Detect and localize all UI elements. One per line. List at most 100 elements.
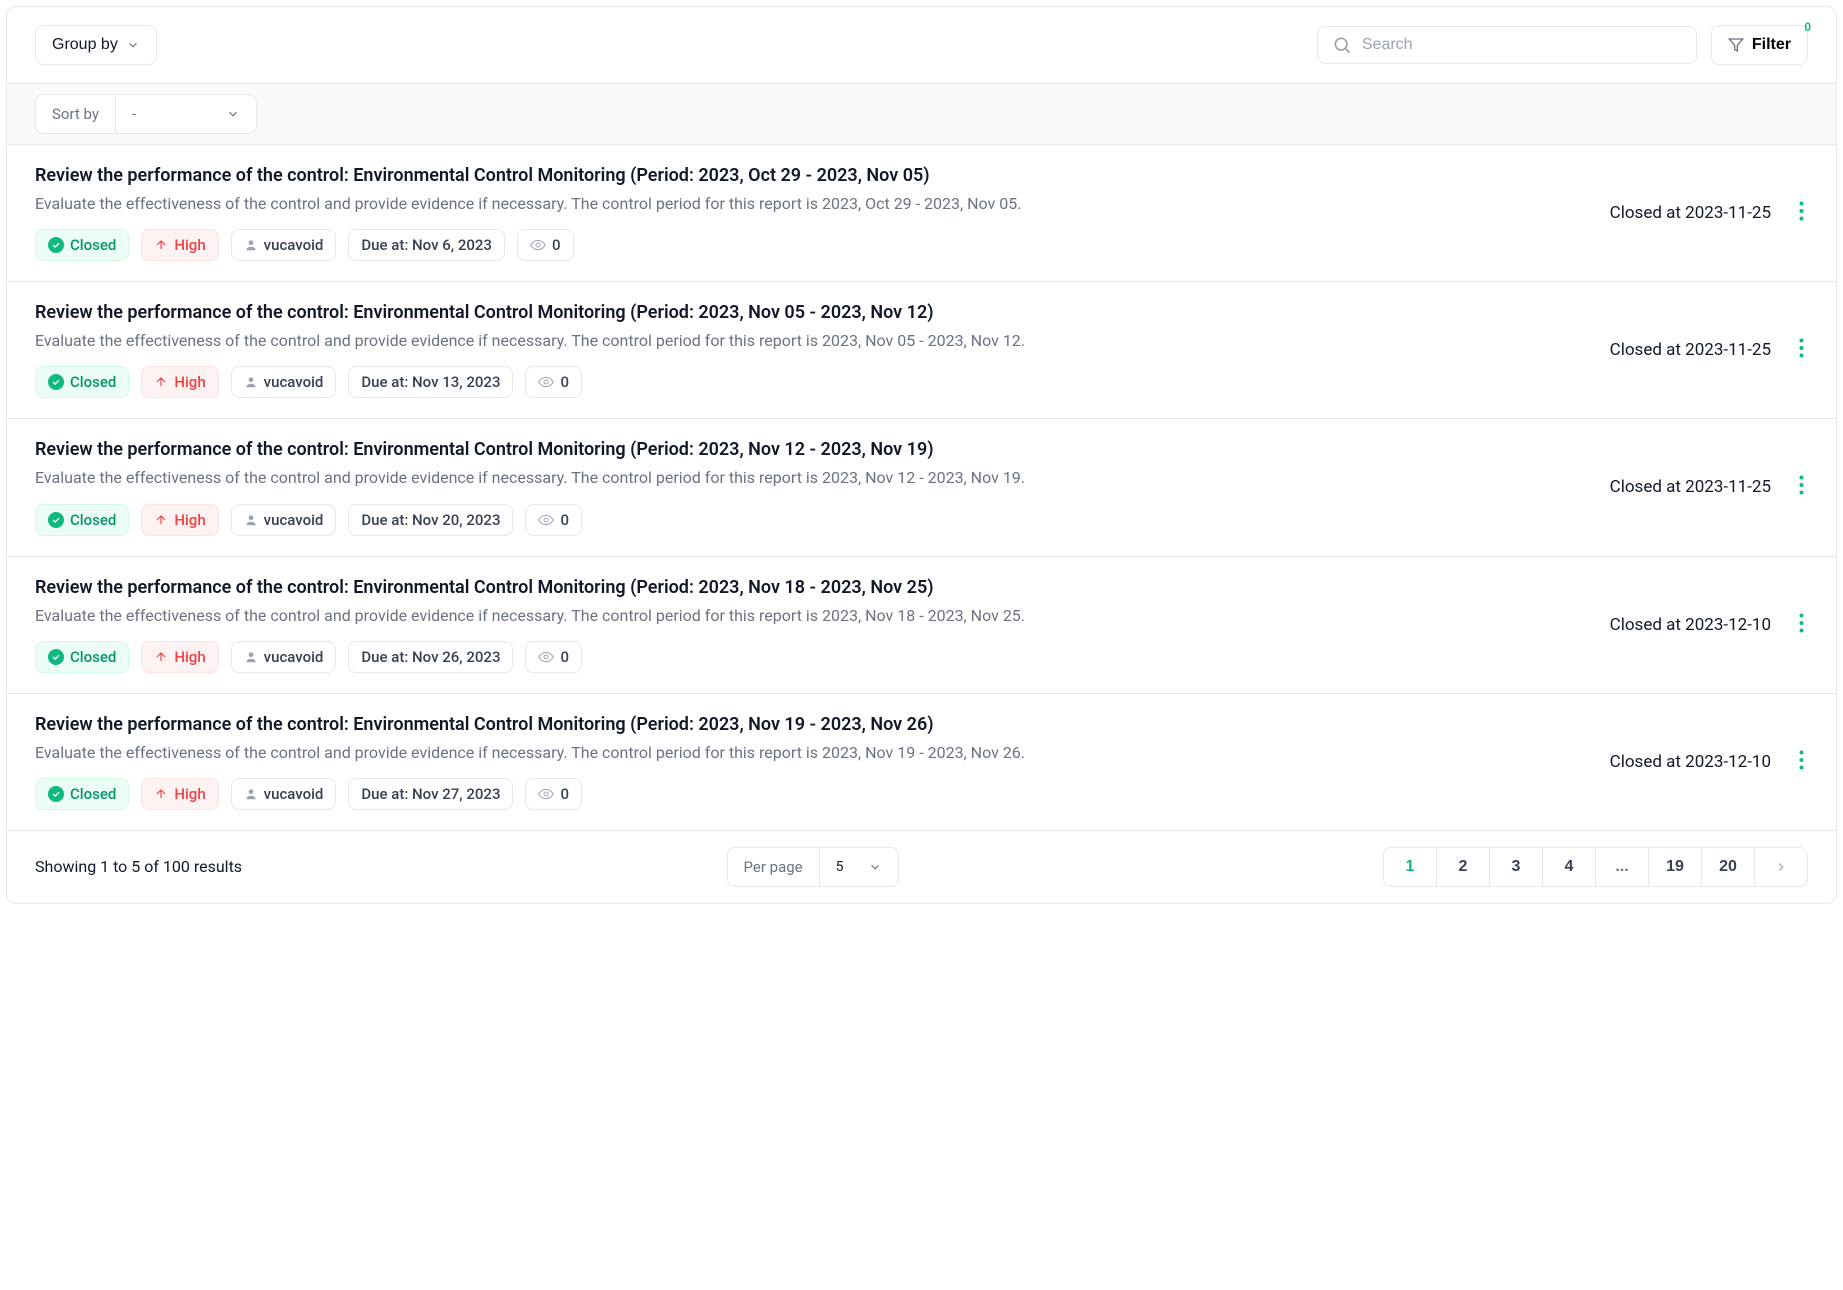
assignee-badge: vucavoid [231, 778, 337, 810]
search-input[interactable] [1362, 36, 1682, 54]
page-4[interactable]: 4 [1542, 847, 1596, 887]
chevron-right-icon [1774, 860, 1788, 874]
assignee-badge: vucavoid [231, 504, 337, 536]
item-desc: Evaluate the effectiveness of the contro… [35, 466, 1095, 489]
page-3[interactable]: 3 [1489, 847, 1543, 887]
due-label: Due at: Nov 27, 2023 [361, 785, 500, 803]
due-badge: Due at: Nov 13, 2023 [348, 366, 513, 398]
due-label: Due at: Nov 6, 2023 [361, 236, 492, 254]
due-label: Due at: Nov 26, 2023 [361, 648, 500, 666]
due-badge: Due at: Nov 27, 2023 [348, 778, 513, 810]
item-title[interactable]: Review the performance of the control: E… [35, 714, 1215, 735]
status-label: Closed [70, 373, 116, 391]
watchers-badge: 0 [525, 366, 582, 398]
status-label: Closed [70, 511, 116, 529]
assignee-label: vucavoid [264, 785, 324, 803]
group-by-button[interactable]: Group by [35, 25, 157, 65]
assignee-badge: vucavoid [231, 641, 337, 673]
eye-icon [538, 649, 554, 665]
more-vertical-icon [1799, 201, 1804, 221]
item-menu-button[interactable] [1795, 609, 1808, 641]
assignee-label: vucavoid [264, 511, 324, 529]
status-label: Closed [70, 236, 116, 254]
per-page-value: 5 [836, 859, 844, 875]
watchers-count: 0 [552, 236, 561, 254]
due-badge: Due at: Nov 20, 2023 [348, 504, 513, 536]
closed-at: Closed at 2023-11-25 [1610, 203, 1771, 223]
priority-badge: High [141, 641, 218, 673]
list-item: Review the performance of the control: E… [7, 694, 1836, 830]
user-icon [244, 375, 258, 389]
status-label: Closed [70, 785, 116, 803]
closed-at: Closed at 2023-11-25 [1610, 477, 1771, 497]
chevron-down-icon [226, 107, 240, 121]
group-by-label: Group by [52, 36, 118, 54]
check-circle-icon [48, 374, 64, 390]
priority-badge: High [141, 229, 218, 261]
item-desc: Evaluate the effectiveness of the contro… [35, 741, 1095, 764]
item-title[interactable]: Review the performance of the control: E… [35, 439, 1215, 460]
filter-count: 0 [1804, 20, 1811, 34]
pagination: 1234...1920 [1383, 847, 1808, 887]
arrow-up-icon [154, 375, 168, 389]
item-title[interactable]: Review the performance of the control: E… [35, 577, 1215, 598]
eye-icon [538, 374, 554, 390]
page-20[interactable]: 20 [1701, 847, 1755, 887]
per-page-label: Per page [728, 848, 820, 886]
page-ellipsis: ... [1595, 847, 1649, 887]
watchers-count: 0 [560, 785, 569, 803]
closed-at: Closed at 2023-11-25 [1610, 340, 1771, 360]
item-title[interactable]: Review the performance of the control: E… [35, 302, 1215, 323]
filter-icon [1728, 37, 1744, 53]
more-vertical-icon [1799, 475, 1804, 495]
priority-label: High [174, 785, 205, 803]
page-19[interactable]: 19 [1648, 847, 1702, 887]
more-vertical-icon [1799, 338, 1804, 358]
due-badge: Due at: Nov 26, 2023 [348, 641, 513, 673]
list-item: Review the performance of the control: E… [7, 419, 1836, 556]
sort-by-select[interactable]: - [116, 95, 256, 133]
item-menu-button[interactable] [1795, 197, 1808, 229]
results-summary: Showing 1 to 5 of 100 results [35, 857, 242, 876]
watchers-badge: 0 [517, 229, 574, 261]
page-1[interactable]: 1 [1383, 847, 1437, 887]
item-menu-button[interactable] [1795, 746, 1808, 778]
page-next[interactable] [1754, 847, 1808, 887]
search-icon [1332, 35, 1352, 55]
check-circle-icon [48, 649, 64, 665]
search-field-wrap[interactable] [1317, 26, 1697, 64]
sort-by-label: Sort by [36, 95, 116, 133]
watchers-count: 0 [560, 648, 569, 666]
watchers-badge: 0 [525, 641, 582, 673]
item-menu-button[interactable] [1795, 471, 1808, 503]
list-item: Review the performance of the control: E… [7, 282, 1836, 419]
status-label: Closed [70, 648, 116, 666]
check-circle-icon [48, 786, 64, 802]
item-desc: Evaluate the effectiveness of the contro… [35, 329, 1095, 352]
sort-by-value: - [132, 105, 136, 123]
list-item: Review the performance of the control: E… [7, 145, 1836, 282]
watchers-count: 0 [560, 511, 569, 529]
priority-label: High [174, 648, 205, 666]
closed-at: Closed at 2023-12-10 [1610, 752, 1771, 772]
arrow-up-icon [154, 787, 168, 801]
eye-icon [538, 512, 554, 528]
more-vertical-icon [1799, 750, 1804, 770]
user-icon [244, 513, 258, 527]
status-badge: Closed [35, 504, 129, 536]
item-title[interactable]: Review the performance of the control: E… [35, 165, 1215, 186]
status-badge: Closed [35, 229, 129, 261]
status-badge: Closed [35, 366, 129, 398]
watchers-count: 0 [560, 373, 569, 391]
item-menu-button[interactable] [1795, 334, 1808, 366]
assignee-label: vucavoid [264, 373, 324, 391]
assignee-badge: vucavoid [231, 229, 337, 261]
arrow-up-icon [154, 238, 168, 252]
per-page-select[interactable]: 5 [820, 848, 898, 886]
status-badge: Closed [35, 641, 129, 673]
filter-button[interactable]: Filter 0 [1711, 25, 1808, 65]
page-2[interactable]: 2 [1436, 847, 1490, 887]
user-icon [244, 650, 258, 664]
watchers-badge: 0 [525, 778, 582, 810]
chevron-down-icon [126, 38, 140, 52]
